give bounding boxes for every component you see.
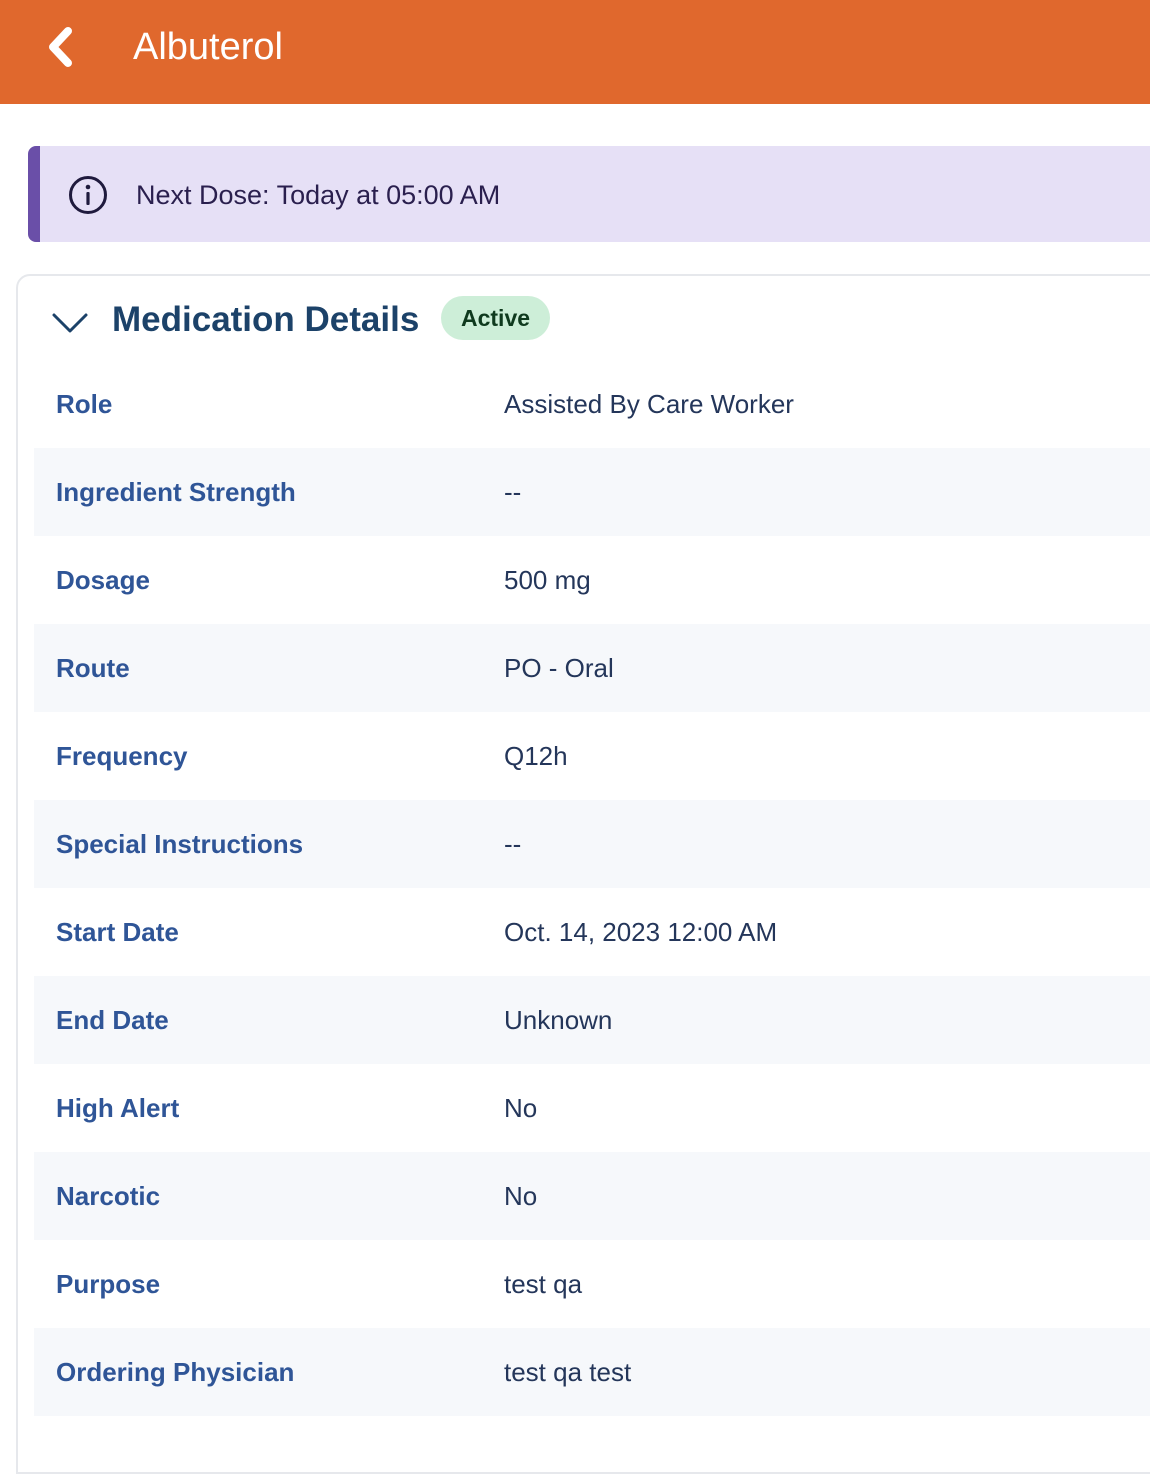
detail-label: Ingredient Strength	[56, 477, 296, 507]
details-list: Role Assisted By Care Worker Ingredient …	[34, 360, 1150, 1416]
detail-row-purpose: Purpose test qa	[34, 1240, 1150, 1328]
back-button[interactable]	[40, 22, 84, 72]
detail-value: test qa test	[504, 1357, 632, 1387]
detail-value: test qa	[504, 1269, 583, 1299]
detail-row-ordering-physician: Ordering Physician test qa test	[34, 1328, 1150, 1416]
detail-value: Q12h	[504, 741, 568, 771]
detail-row-ingredient-strength: Ingredient Strength --	[34, 448, 1150, 536]
detail-label: End Date	[56, 1005, 169, 1035]
detail-row-narcotic: Narcotic No	[34, 1152, 1150, 1240]
chevron-down-icon	[52, 313, 88, 333]
detail-label: Narcotic	[56, 1181, 161, 1211]
detail-label: Route	[56, 653, 130, 683]
detail-row-high-alert: High Alert No	[34, 1064, 1150, 1152]
info-icon	[69, 176, 107, 214]
detail-label: Dosage	[56, 565, 150, 595]
status-badge: Active	[441, 296, 551, 340]
detail-label: Special Instructions	[56, 829, 304, 859]
detail-label: Ordering Physician	[56, 1357, 295, 1387]
detail-label: Frequency	[56, 741, 188, 771]
detail-value: No	[504, 1093, 538, 1123]
detail-row-start-date: Start Date Oct. 14, 2023 12:00 AM	[34, 888, 1150, 976]
detail-row-frequency: Frequency Q12h	[34, 712, 1150, 800]
next-dose-text: Next Dose: Today at 05:00 AM	[136, 180, 501, 210]
detail-value: Unknown	[504, 1005, 613, 1035]
page-title: Albuterol	[133, 26, 283, 68]
detail-value: Assisted By Care Worker	[504, 389, 794, 419]
detail-label: Role	[56, 389, 113, 419]
detail-value: PO - Oral	[504, 653, 614, 683]
detail-value: Oct. 14, 2023 12:00 AM	[504, 917, 778, 947]
detail-value: No	[504, 1181, 538, 1211]
detail-row-end-date: End Date Unknown	[34, 976, 1150, 1064]
chevron-left-icon	[49, 27, 72, 67]
section-title: Medication Details	[112, 300, 420, 339]
detail-row-dosage: Dosage 500 mg	[34, 536, 1150, 624]
collapse-toggle[interactable]	[50, 302, 90, 342]
detail-label: Purpose	[56, 1269, 161, 1299]
detail-value: 500 mg	[504, 565, 591, 595]
detail-value: --	[504, 477, 522, 507]
medication-details-card: Medication Details Active Role Assisted …	[16, 274, 1150, 1474]
detail-value: --	[504, 829, 522, 859]
app-header: Albuterol	[0, 0, 1150, 104]
next-dose-banner: Next Dose: Today at 05:00 AM	[28, 146, 1150, 242]
detail-label: High Alert	[56, 1093, 180, 1123]
detail-label: Start Date	[56, 917, 179, 947]
detail-row-role: Role Assisted By Care Worker	[34, 360, 1150, 448]
detail-row-route: Route PO - Oral	[34, 624, 1150, 712]
detail-row-special-instructions: Special Instructions --	[34, 800, 1150, 888]
